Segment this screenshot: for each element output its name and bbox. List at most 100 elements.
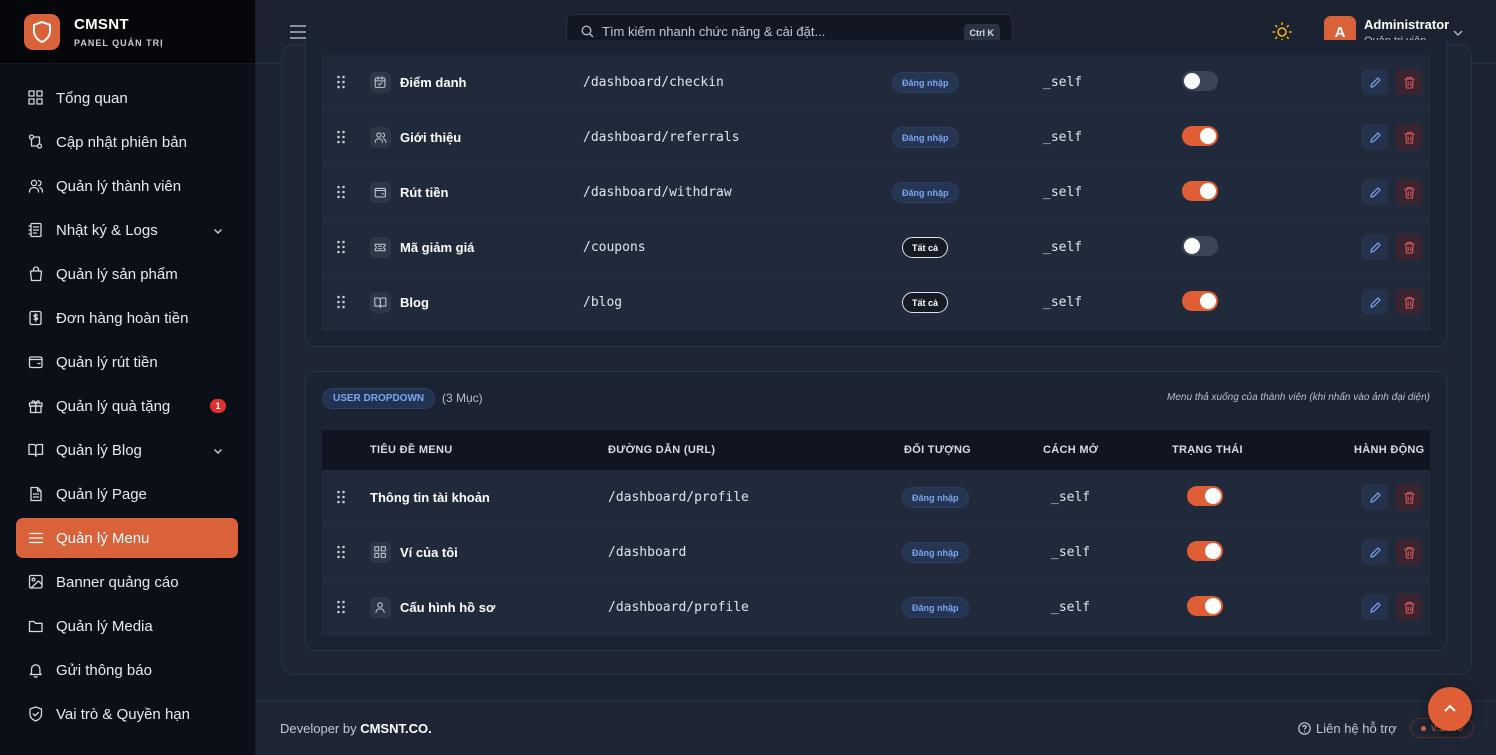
sidebar-item-label: Tổng quan [56,89,128,107]
table-row: Giới thiệu/dashboard/referrals Đăng nhập _… [322,110,1430,165]
sidebar-item-2[interactable]: Quản lý thành viên [16,166,238,206]
header-status: TRẠNG THÁI [1172,444,1243,456]
sidebar-item-11[interactable]: Banner quảng cáo [16,562,238,602]
theme-toggle-sun-icon[interactable] [1272,22,1292,42]
delete-button[interactable] [1396,289,1422,315]
scroll-to-top-button[interactable] [1428,687,1472,731]
drag-handle-icon[interactable] [336,75,346,89]
sidebar-item-3[interactable]: Nhật ký & Logs [16,210,238,250]
status-toggle[interactable] [1182,236,1218,256]
header-open: CÁCH MỞ [1043,444,1099,456]
edit-button[interactable] [1362,179,1388,205]
open-target: _self [1043,240,1083,255]
status-toggle[interactable] [1182,181,1218,201]
delete-button[interactable] [1396,484,1422,510]
open-target: _self [1043,130,1083,145]
delete-button[interactable] [1396,539,1422,565]
wallet-icon [28,354,44,370]
pencil-icon [1369,601,1381,613]
audience-badge: Tất cả [902,237,949,258]
delete-button[interactable] [1396,124,1422,150]
drag-handle-icon[interactable] [336,295,346,309]
delete-button[interactable] [1396,594,1422,620]
section-count: (3 Mục) [442,391,483,405]
users-icon [28,178,44,194]
sidebar-item-6[interactable]: Quản lý rút tiền [16,342,238,382]
edit-button[interactable] [1362,289,1388,315]
edit-button[interactable] [1362,69,1388,95]
status-toggle[interactable] [1182,71,1218,91]
hamburger-icon[interactable] [289,23,307,41]
trash-icon [1404,131,1414,144]
bag-icon [28,266,44,282]
footer-company-link[interactable]: CMSNT.CO. [360,721,432,736]
user-name[interactable]: Administrator [1364,17,1449,32]
delete-button[interactable] [1396,179,1422,205]
menu-title: Mã giảm giá [400,240,475,255]
sidebar-item-12[interactable]: Quản lý Media [16,606,238,646]
brand-subtitle: PANEL QUẢN TRỊ [74,37,164,48]
table-row: Điểm danh/dashboard/checkin Đăng nhập _sel… [322,55,1430,110]
section-tag: USER DROPDOWN [322,388,436,409]
status-toggle[interactable] [1182,291,1218,311]
header-action: HÀNH ĐỘNG [1354,444,1425,456]
sidebar-item-13[interactable]: Gửi thông báo [16,650,238,690]
menu-url: /dashboard/checkin [583,75,724,90]
sidebar-item-5[interactable]: Đơn hàng hoàn tiền [16,298,238,338]
drag-handle-icon[interactable] [336,600,346,614]
sidebar-item-9[interactable]: Quản lý Page [16,474,238,514]
drag-handle-icon[interactable] [336,545,346,559]
chevron-down-icon[interactable] [1452,26,1464,38]
delete-button[interactable] [1396,234,1422,260]
chevron-up-icon [1444,704,1456,712]
sidebar-item-8[interactable]: Quản lý Blog [16,430,238,470]
sidebar-item-7[interactable]: Quản lý quà tặng 1 [16,386,238,426]
sidebar-item-14[interactable]: Vai trò & Quyền hạn [16,694,238,734]
drag-handle-icon[interactable] [336,490,346,504]
sidebar-item-label: Đơn hàng hoàn tiền [56,309,189,327]
edit-button[interactable] [1362,539,1388,565]
menu-url: /dashboard/profile [608,490,749,505]
sidebar: CMSNT PANEL QUẢN TRỊ Tổng quan Cập nhật p… [0,0,256,755]
sidebar-item-0[interactable]: Tổng quan [16,78,238,118]
sidebar-item-label: Nhật ký & Logs [56,221,158,239]
search-icon [581,25,594,38]
status-toggle[interactable] [1187,486,1223,506]
support-link[interactable]: Liên hệ hỗ trợ [1298,721,1397,736]
drag-handle-icon[interactable] [336,130,346,144]
users-icon [370,127,391,148]
sidebar-item-label: Quản lý Menu [56,529,150,547]
menu-title: Điểm danh [400,75,467,90]
edit-button[interactable] [1362,484,1388,510]
status-toggle[interactable] [1182,126,1218,146]
drag-handle-icon[interactable] [336,240,346,254]
delete-button[interactable] [1396,69,1422,95]
edit-button[interactable] [1362,234,1388,260]
shield-check-icon [28,706,44,722]
trash-icon [1404,546,1414,559]
sidebar-item-10[interactable]: Quản lý Menu [16,518,238,558]
chevron-down-icon[interactable] [212,444,224,456]
search-placeholder: Tìm kiếm nhanh chức năng & cài đặt... [602,24,826,39]
chevron-down-icon[interactable] [212,224,224,236]
menu-url: /blog [583,295,623,310]
footer: Developer by CMSNT.CO. Liên hệ hỗ trợ v.… [256,700,1496,755]
sidebar-item-label: Quản lý quà tặng [56,397,171,415]
sidebar-item-4[interactable]: Quản lý sản phẩm [16,254,238,294]
header-title: TIÊU ĐỀ MENU [370,444,453,456]
status-toggle[interactable] [1187,596,1223,616]
pencil-icon [1369,491,1381,503]
open-target: _self [1051,545,1091,560]
brand[interactable]: CMSNT PANEL QUẢN TRỊ [0,0,255,64]
pencil-icon [1369,241,1381,253]
sidebar-item-1[interactable]: Cập nhật phiên bản [16,122,238,162]
edit-button[interactable] [1362,124,1388,150]
gift-icon [28,398,44,414]
menu-title: Ví của tôi [400,545,458,560]
open-target: _self [1043,75,1083,90]
menu-url: /dashboard/referrals [583,130,740,145]
pencil-icon [1369,76,1381,88]
status-toggle[interactable] [1187,541,1223,561]
drag-handle-icon[interactable] [336,185,346,199]
edit-button[interactable] [1362,594,1388,620]
